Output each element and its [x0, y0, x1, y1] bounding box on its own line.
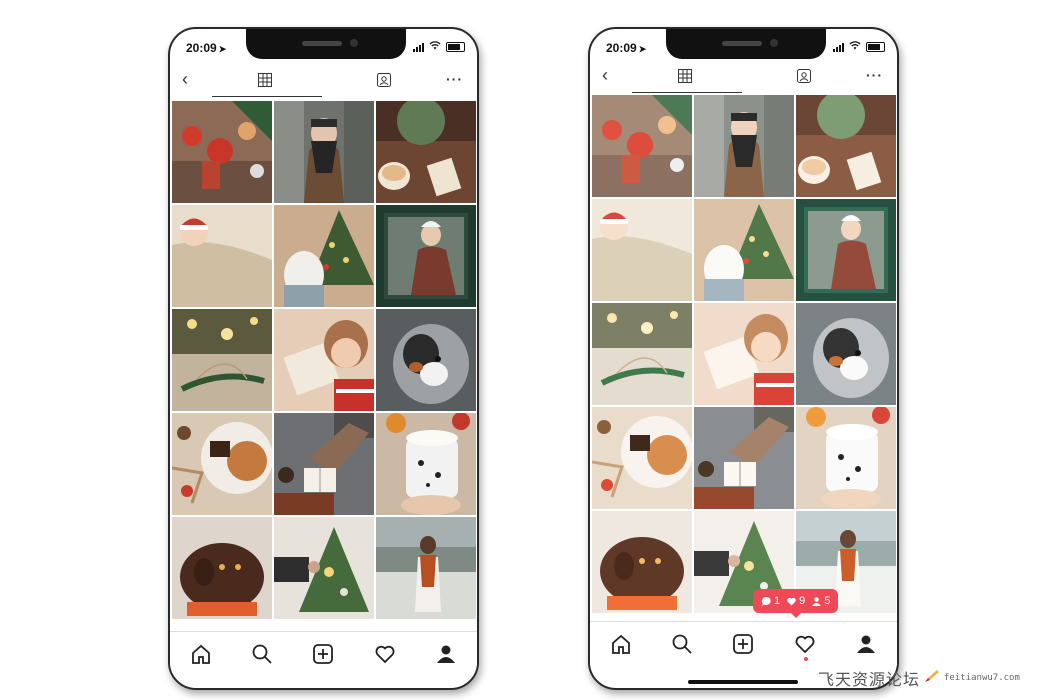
notch [666, 29, 826, 59]
wifi-icon [849, 41, 861, 53]
location-arrow-icon: ➤ [218, 44, 227, 54]
pen-icon [924, 669, 940, 688]
photo-chocolate-pancake[interactable] [592, 407, 692, 509]
photo-tree-ornaments[interactable] [274, 517, 374, 619]
comment-icon [761, 596, 771, 606]
photo-baby-blanket[interactable] [172, 205, 272, 307]
photo-grid [592, 95, 897, 613]
status-time: 20:09 [606, 41, 637, 55]
cellular-signal-icon [413, 42, 424, 52]
comment-count: 1 [774, 595, 781, 607]
cellular-signal-icon [833, 42, 844, 52]
watermark-cn: 飞天资源论坛 [818, 672, 921, 689]
photo-marshmallow-mug[interactable] [796, 407, 896, 509]
chevron-left-icon[interactable]: ‹ [602, 65, 608, 86]
home-icon[interactable] [188, 641, 214, 667]
photo-child-reading[interactable] [694, 303, 794, 405]
wifi-icon [429, 41, 441, 53]
photo-baby-blanket[interactable] [592, 199, 692, 301]
photo-brown-labrador[interactable] [172, 517, 272, 619]
follower-icon [812, 596, 822, 606]
location-arrow-icon: ➤ [638, 44, 647, 54]
watermark-en: feitianwu7.com [944, 673, 1020, 683]
active-tab-indicator [212, 96, 322, 97]
active-tab-indicator [632, 92, 742, 93]
follow-count: 5 [824, 595, 831, 607]
photo-bokeh-pine-twine[interactable] [172, 309, 272, 411]
status-time: 20:09 [186, 41, 217, 55]
photo-woman-snowy-park[interactable] [376, 517, 476, 619]
heart-icon[interactable] [792, 631, 818, 657]
profile-icon[interactable] [433, 641, 459, 667]
like-icon [787, 597, 796, 605]
profile-nav: ‹ ··· [590, 65, 897, 95]
photo-marshmallow-mug[interactable] [376, 413, 476, 515]
photo-holiday-drinks[interactable] [172, 101, 272, 203]
grid-icon[interactable] [258, 73, 272, 90]
add-post-icon[interactable] [730, 631, 756, 657]
battery-icon [446, 42, 465, 52]
photo-child-reading[interactable] [274, 309, 374, 411]
activity-popup[interactable]: 1 9 5 [753, 589, 839, 618]
profile-nav: ‹ ··· [170, 69, 477, 99]
photo-bokeh-pine-twine[interactable] [592, 303, 692, 405]
grid-icon[interactable] [678, 69, 692, 86]
phone-mockup-right: 20:09 ➤ ‹ ··· 1 9 5 [588, 27, 899, 690]
photo-reading-coffee[interactable] [274, 413, 374, 515]
notch [246, 29, 406, 59]
more-options-button[interactable]: ··· [446, 71, 463, 87]
photo-christmas-tree[interactable] [694, 199, 794, 301]
status-bar: 20:09 ➤ [590, 29, 897, 65]
notification-dot [804, 657, 808, 661]
photo-grid [172, 101, 477, 619]
photo-australian-shepherd[interactable] [376, 309, 476, 411]
chevron-left-icon[interactable]: ‹ [182, 69, 188, 90]
tagged-icon[interactable] [797, 69, 811, 86]
tagged-icon[interactable] [377, 73, 391, 90]
heart-icon[interactable] [372, 641, 398, 667]
status-bar: 20:09 ➤ [170, 29, 477, 65]
profile-icon[interactable] [853, 631, 879, 657]
photo-christmas-tree[interactable] [274, 205, 374, 307]
photo-candle-and-plant[interactable] [796, 95, 896, 197]
like-count: 9 [799, 595, 806, 607]
home-icon[interactable] [608, 631, 634, 657]
photo-brown-labrador[interactable] [592, 511, 692, 613]
battery-icon [866, 42, 885, 52]
add-post-icon[interactable] [310, 641, 336, 667]
search-icon[interactable] [249, 641, 275, 667]
photo-woman-scarf-snow[interactable] [694, 95, 794, 197]
photo-woman-scarf-snow[interactable] [274, 101, 374, 203]
bottom-tab-bar [170, 631, 477, 676]
photo-candle-and-plant[interactable] [376, 101, 476, 203]
more-options-button[interactable]: ··· [866, 67, 883, 83]
photo-australian-shepherd[interactable] [796, 303, 896, 405]
photo-chocolate-pancake[interactable] [172, 413, 272, 515]
phone-mockup-left: 20:09 ➤ ‹ ··· [168, 27, 479, 690]
bottom-tab-bar [590, 621, 897, 666]
photo-holiday-drinks[interactable] [592, 95, 692, 197]
search-icon[interactable] [669, 631, 695, 657]
photo-reading-coffee[interactable] [694, 407, 794, 509]
watermark: 飞天资源论坛 feitianwu7.com [818, 666, 1020, 690]
home-indicator [688, 680, 798, 684]
photo-child-window[interactable] [796, 199, 896, 301]
photo-child-window[interactable] [376, 205, 476, 307]
